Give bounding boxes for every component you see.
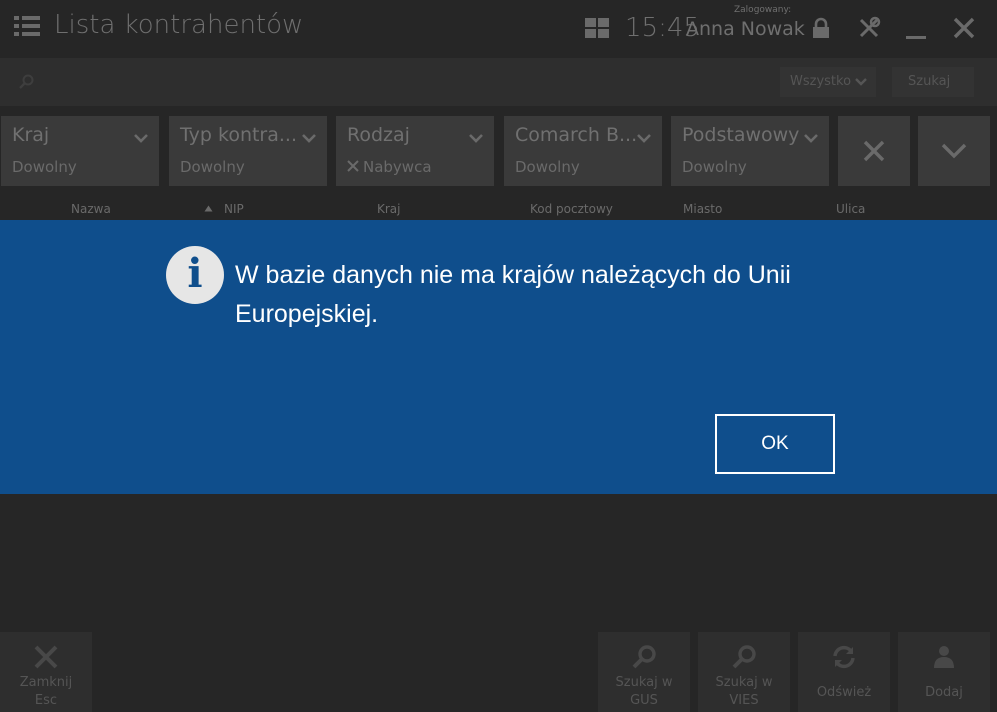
search-icon xyxy=(19,74,34,89)
filter-label: Podstawowy xyxy=(682,124,800,146)
filter-value: Nabywca xyxy=(363,158,432,176)
search-gus-button[interactable]: Szukaj w GUS xyxy=(598,632,690,712)
column-header-nip[interactable]: NIP xyxy=(224,202,244,216)
close-icon xyxy=(34,645,58,669)
refresh-icon xyxy=(833,645,855,669)
filter-basic[interactable]: Podstawowy Dowolny xyxy=(671,116,829,186)
filter-kind[interactable]: Rodzaj Nabywca xyxy=(336,116,494,186)
windows-tiles-icon[interactable] xyxy=(585,18,609,38)
refresh-button[interactable]: Odśwież xyxy=(798,632,890,712)
lock-button[interactable] xyxy=(805,12,837,44)
close-button-label: Zamknij Esc xyxy=(19,675,73,708)
chevron-down-icon xyxy=(302,134,316,143)
chevron-down-icon xyxy=(941,143,967,159)
close-button[interactable]: Zamknij Esc xyxy=(0,632,92,712)
column-header-country[interactable]: Kraj xyxy=(377,202,401,216)
chevron-down-icon xyxy=(637,134,651,143)
filter-value: Dowolny xyxy=(12,158,77,176)
minimize-button[interactable] xyxy=(900,12,932,44)
user-name: Anna Nowak xyxy=(686,18,805,40)
column-header-postal-code[interactable]: Kod pocztowy xyxy=(530,202,613,216)
column-header-name[interactable]: Nazwa xyxy=(71,202,111,216)
filter-label: Comarch B... xyxy=(515,124,638,146)
close-icon xyxy=(863,140,885,162)
search-vies-label: Szukaj w VIES xyxy=(715,675,773,708)
chevron-down-icon xyxy=(804,134,818,143)
chevron-down-icon xyxy=(469,134,483,143)
add-contractor-icon xyxy=(934,646,954,668)
add-button[interactable]: Dodaj xyxy=(898,632,990,712)
sort-ascending-icon xyxy=(204,205,213,212)
info-icon: i xyxy=(166,246,224,304)
title-bar: Lista kontrahentów 15:45 Zalogowany: Ann… xyxy=(0,0,997,56)
search-icon xyxy=(632,645,656,669)
search-icon xyxy=(732,645,756,669)
search-vies-button[interactable]: Szukaj w VIES xyxy=(698,632,790,712)
filter-value: Dowolny xyxy=(180,158,245,176)
expand-filters-button[interactable] xyxy=(918,116,990,186)
page-title: Lista kontrahentów xyxy=(54,10,304,40)
filter-contractor-type[interactable]: Typ kontra... Dowolny xyxy=(169,116,327,186)
filter-value: Dowolny xyxy=(515,158,580,176)
filter-value: Dowolny xyxy=(682,158,747,176)
search-gus-label: Szukaj w GUS xyxy=(615,675,673,708)
close-icon xyxy=(953,17,975,39)
menu-icon[interactable] xyxy=(14,15,40,37)
search-scope-value: Wszystko xyxy=(790,74,852,89)
chevron-down-icon xyxy=(134,134,148,143)
info-dialog: i W bazie danych nie ma krajów należącyc… xyxy=(0,220,997,494)
ok-button[interactable]: OK xyxy=(715,414,835,474)
lock-icon xyxy=(813,17,829,38)
chevron-down-icon xyxy=(855,78,867,86)
search-input[interactable] xyxy=(44,67,764,97)
tools-button[interactable] xyxy=(853,12,885,44)
filter-country[interactable]: Kraj Dowolny xyxy=(1,116,159,186)
column-header-street[interactable]: Ulica xyxy=(836,202,865,216)
clear-filters-button[interactable] xyxy=(838,116,910,186)
dialog-message: W bazie danych nie ma krajów należących … xyxy=(235,261,791,328)
clear-filter-icon[interactable] xyxy=(347,160,359,172)
filter-label: Typ kontra... xyxy=(180,124,298,146)
column-header-city[interactable]: Miasto xyxy=(683,202,722,216)
filter-comarch[interactable]: Comarch B... Dowolny xyxy=(504,116,662,186)
refresh-label: Odśwież xyxy=(816,685,872,700)
filter-label: Kraj xyxy=(12,124,50,146)
search-bar: Wszystko Szukaj xyxy=(0,58,997,106)
minimize-icon xyxy=(906,36,926,39)
search-button[interactable]: Szukaj xyxy=(892,67,974,97)
search-scope-select[interactable]: Wszystko xyxy=(780,67,876,97)
close-window-button[interactable] xyxy=(948,12,980,44)
logged-in-label: Zalogowany: xyxy=(734,5,792,15)
add-label: Dodaj xyxy=(925,685,963,700)
filter-label: Rodzaj xyxy=(347,124,410,146)
tools-icon xyxy=(859,16,881,38)
